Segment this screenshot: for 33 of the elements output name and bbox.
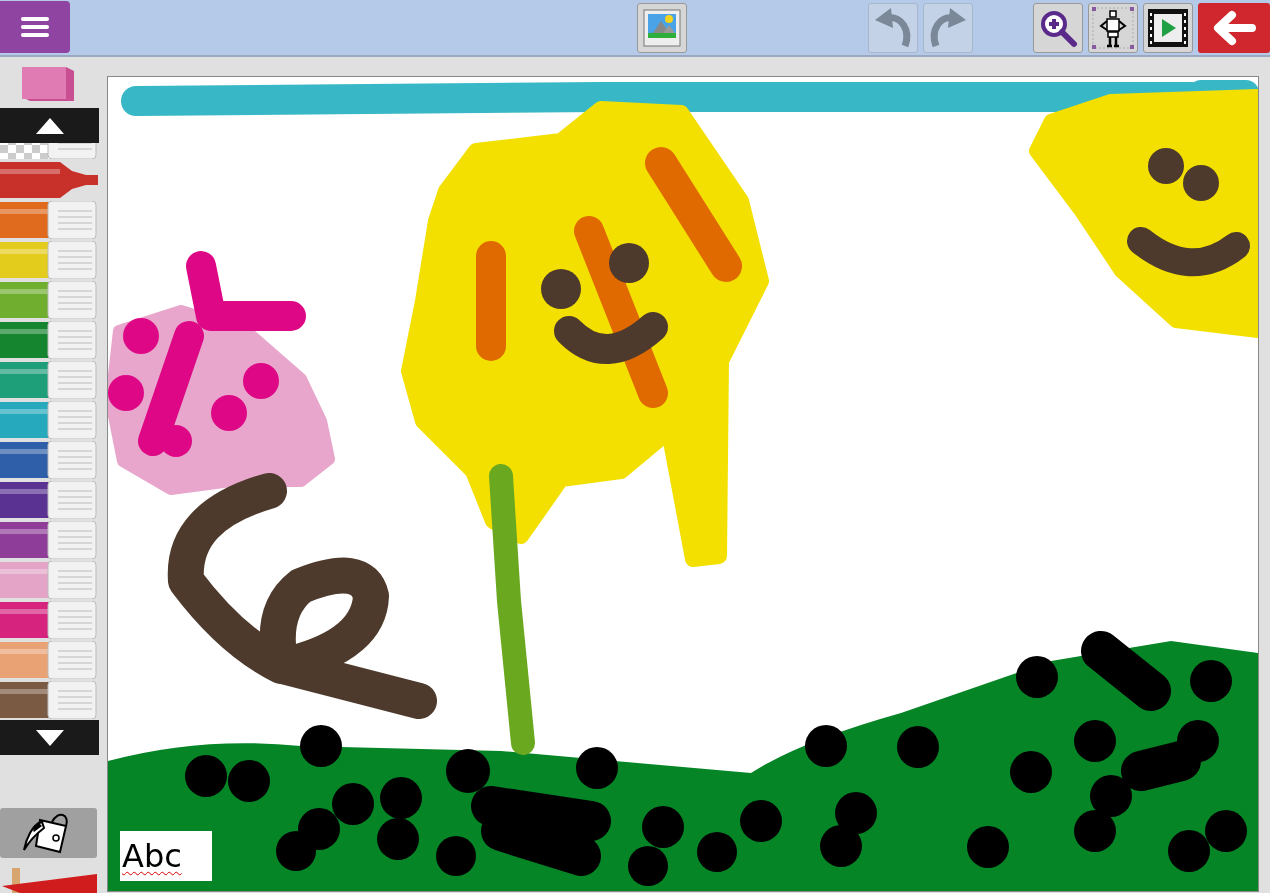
menu-icon <box>20 15 50 38</box>
marker[interactable] <box>0 401 99 439</box>
marker[interactable] <box>0 441 99 479</box>
background-picture-button[interactable] <box>637 2 687 53</box>
zoom-in-button[interactable] <box>1033 2 1083 53</box>
film-play-icon <box>1147 7 1189 48</box>
marker[interactable] <box>0 481 99 519</box>
marker[interactable] <box>0 201 99 239</box>
marker[interactable] <box>0 361 99 399</box>
marker[interactable] <box>0 321 99 359</box>
marker[interactable] <box>0 601 99 639</box>
figure-icon <box>1091 5 1135 50</box>
play-animation-button[interactable] <box>1143 2 1193 53</box>
fill-bucket-button[interactable] <box>0 808 97 858</box>
marker[interactable] <box>0 641 99 679</box>
scroll-down-button[interactable] <box>0 720 99 755</box>
back-button[interactable] <box>1198 2 1270 53</box>
up-triangle-icon <box>34 116 65 135</box>
text-box[interactable]: Abc <box>120 831 212 881</box>
down-triangle-icon <box>34 728 65 747</box>
drawing-canvas[interactable]: Abc <box>107 76 1259 892</box>
marker[interactable] <box>0 161 99 199</box>
marker[interactable] <box>0 241 99 279</box>
menu-button[interactable] <box>0 0 70 53</box>
landscape-picture-icon <box>643 8 681 47</box>
figure-button[interactable] <box>1088 2 1138 53</box>
back-arrow-icon <box>1212 9 1256 46</box>
marker[interactable] <box>0 521 99 559</box>
marker[interactable] <box>0 561 99 599</box>
marker[interactable] <box>0 681 99 719</box>
marker[interactable] <box>0 281 99 319</box>
scroll-up-button[interactable] <box>0 108 99 143</box>
crayon-icon <box>0 868 97 893</box>
